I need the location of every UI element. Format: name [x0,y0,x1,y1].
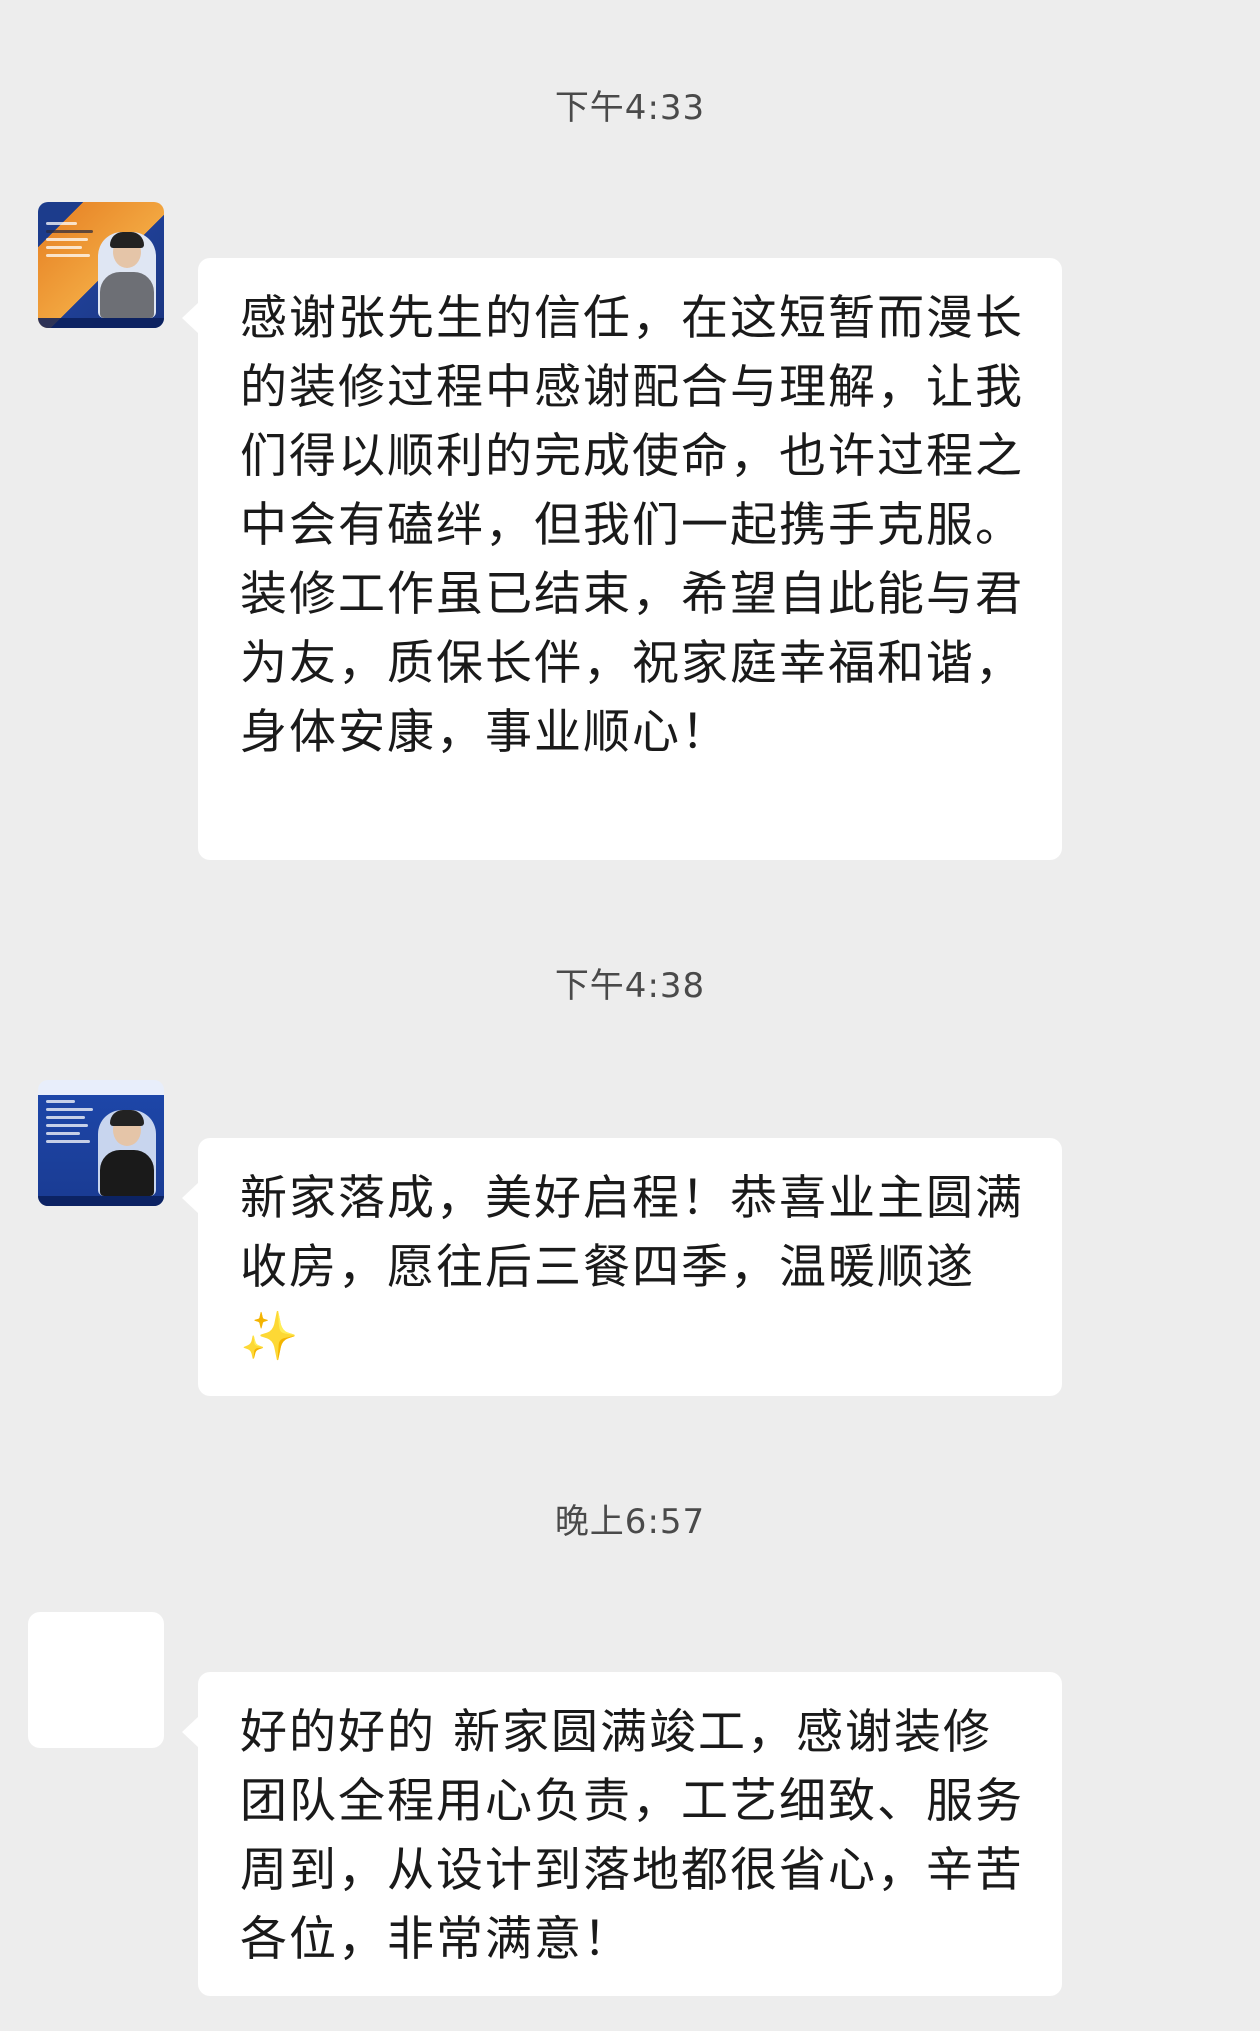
message-bubble[interactable]: 感谢张先生的信任，在这短暂而漫长的装修过程中感谢配合与理解，让我们得以顺利的完成… [182,258,1062,860]
sparkles-icon: ✨ [240,1309,301,1364]
sender-avatar[interactable] [38,1080,164,1206]
message-timestamp: 下午4:38 [554,966,706,1006]
sender-avatar[interactable] [28,1612,164,1748]
message-timestamp: 晚上6:57 [554,1502,706,1542]
card-text-lines [46,1100,98,1148]
person-photo [98,232,156,318]
sender-avatar[interactable] [38,202,164,328]
message-bubble[interactable]: 好的好的 新家圆满竣工，感谢装修团队全程用心负责，工艺细致、服务周到，从设计到落… [182,1672,1062,1996]
card-text-lines [46,222,98,262]
message-timestamp: 下午4:33 [554,88,706,128]
message-bubble[interactable]: 新家落成，美好启程！恭喜业主圆满收房，愿往后三餐四季，温暖顺遂 ✨ [182,1138,1062,1396]
person-photo [98,1110,156,1196]
message-text: 新家落成，美好启程！恭喜业主圆满收房，愿往后三餐四季，温暖顺遂 [240,1171,1024,1295]
